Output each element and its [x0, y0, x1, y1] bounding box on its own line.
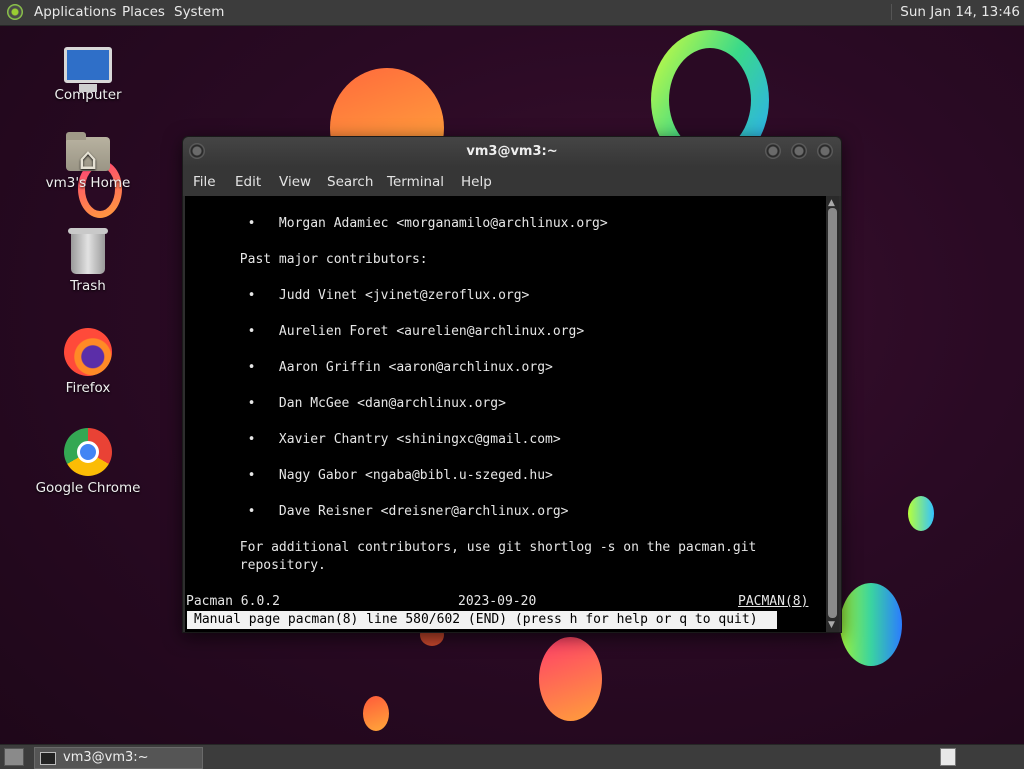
bottom-taskbar: vm3@vm3:~ — [0, 744, 1024, 769]
background-blob — [363, 696, 389, 731]
menu-search[interactable]: Search — [327, 174, 373, 190]
menu-view[interactable]: View — [279, 174, 311, 190]
background-blob — [539, 637, 602, 721]
menu-edit[interactable]: Edit — [235, 174, 261, 190]
panel-clock[interactable]: Sun Jan 14, 13:46 — [891, 4, 1020, 20]
scroll-down-icon[interactable]: ▼ — [828, 620, 835, 630]
trash-icon — [68, 228, 108, 274]
menu-file[interactable]: File — [193, 174, 216, 190]
distro-logo-icon[interactable] — [7, 4, 23, 20]
workspace-switcher[interactable] — [940, 748, 956, 766]
pager-status-line: Manual page pacman(8) line 580/602 (END)… — [187, 611, 777, 629]
background-blob — [908, 496, 934, 531]
places-menu[interactable]: Places — [122, 4, 165, 20]
chrome-icon — [64, 428, 112, 476]
terminal-output[interactable]: • Morgan Adamiec <morganamilo@archlinux.… — [185, 196, 826, 632]
terminal-line: • Judd Vinet <jvinet@zeroflux.org> — [185, 288, 530, 303]
window-title: vm3@vm3:~ — [466, 144, 558, 159]
terminal-line: repository. — [185, 558, 326, 573]
terminal-line: • Aaron Griffin <aaron@archlinux.org> — [185, 360, 553, 375]
terminal-line: Past major contributors: — [185, 252, 428, 267]
desktop-icon-label: vm3's Home — [45, 175, 131, 191]
desktop-icon-label: Firefox — [65, 380, 111, 396]
computer-icon — [64, 47, 112, 92]
close-icon[interactable] — [817, 143, 833, 159]
terminal-line: • Dan McGee <dan@archlinux.org> — [185, 396, 506, 411]
window-titlebar[interactable]: vm3@vm3:~ — [183, 137, 841, 167]
terminal-line: • Xavier Chantry <shiningxc@gmail.com> — [185, 432, 561, 447]
manpage-footer-left: Pacman 6.0.2 — [186, 594, 280, 609]
terminal-line: For additional contributors, use git sho… — [185, 540, 757, 555]
terminal-window[interactable]: vm3@vm3:~ File Edit View Search Terminal… — [182, 136, 842, 633]
desktop-icon-computer[interactable]: Computer — [33, 47, 143, 103]
scroll-up-icon[interactable]: ▲ — [828, 198, 835, 208]
background-blob — [840, 583, 902, 666]
desktop-icon-chrome[interactable]: Google Chrome — [33, 428, 143, 496]
menu-terminal[interactable]: Terminal — [387, 174, 444, 190]
applications-menu[interactable]: Applications — [34, 4, 116, 20]
terminal-scrollbar[interactable]: ▲ ▼ — [826, 196, 839, 632]
desktop-icon-label: Trash — [70, 278, 106, 294]
terminal-line: • Aurelien Foret <aurelien@archlinux.org… — [185, 324, 585, 339]
maximize-icon[interactable] — [791, 143, 807, 159]
firefox-icon — [64, 328, 112, 376]
manpage-footer-right: PACMAN(8) — [738, 594, 809, 609]
show-desktop-icon[interactable] — [4, 748, 24, 766]
home-folder-icon — [66, 132, 110, 177]
terminal-line: • Dave Reisner <dreisner@archlinux.org> — [185, 504, 569, 519]
taskbar-item-terminal[interactable]: vm3@vm3:~ — [34, 747, 203, 769]
system-menu[interactable]: System — [174, 4, 224, 20]
terminal-line: • Morgan Adamiec <morganamilo@archlinux.… — [185, 216, 608, 231]
terminal-line: • Nagy Gabor <ngaba@bibl.u-szeged.hu> — [185, 468, 553, 483]
manpage-footer-center: 2023-09-20 — [458, 594, 537, 609]
top-panel: Applications Places System Sun Jan 14, 1… — [0, 0, 1024, 26]
taskbar-item-label: vm3@vm3:~ — [63, 750, 149, 765]
window-menubar: File Edit View Search Terminal Help — [183, 167, 841, 196]
desktop-icon-trash[interactable]: Trash — [33, 228, 143, 294]
terminal-icon — [40, 752, 56, 765]
menu-help[interactable]: Help — [461, 174, 492, 190]
desktop-icon-firefox[interactable]: Firefox — [33, 328, 143, 396]
desktop-icon-label: Google Chrome — [35, 480, 141, 496]
minimize-icon[interactable] — [765, 143, 781, 159]
desktop-icon-home[interactable]: vm3's Home — [33, 132, 143, 191]
scrollbar-thumb[interactable] — [828, 208, 837, 618]
